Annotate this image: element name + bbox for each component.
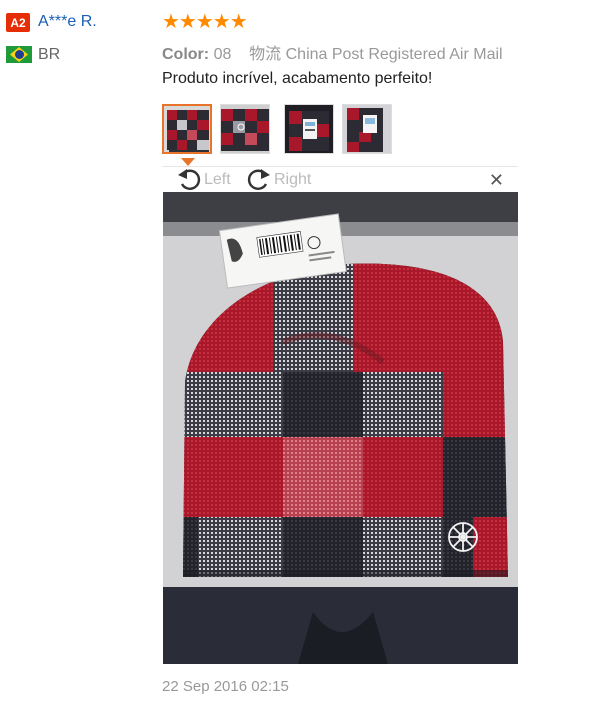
shipping-label: 物流 [249,46,282,63]
order-info: Color: 08 物流 China Post Registered Air M… [162,40,503,64]
rotate-left-label: Left [204,171,231,188]
rotate-left-icon [176,166,204,195]
rotate-right-label: Right [274,171,312,188]
image-viewer-toolbar: Left Right ✕ [162,166,518,193]
review-photo-thumbnail[interactable] [220,104,270,154]
brazil-flag-icon [6,46,32,63]
shipping-method: China Post Registered Air Mail [285,46,503,63]
review-timestamp: 22 Sep 2016 02:15 [162,678,289,695]
reviewer-name[interactable]: A***e R. [38,13,97,31]
buyer-level-badge: A2 [6,13,30,32]
rotate-left-button[interactable]: Left [176,167,231,193]
color-value: 08 [213,46,232,63]
review-photo-thumbnail[interactable] [162,104,212,154]
review-photo-large [163,192,518,664]
review-text: Produto incrível, acabamento perfeito! [162,70,433,87]
rotate-right-icon [246,166,274,195]
rotate-right-button[interactable]: Right [246,167,311,193]
color-label: Color: [162,46,210,63]
review-photo-thumbnail[interactable] [284,104,334,154]
close-icon[interactable]: ✕ [489,169,504,191]
star-rating: ★★★★★ [162,11,248,33]
review-photo-thumbnail[interactable] [342,104,392,154]
reviewer-country: BR [38,46,61,63]
